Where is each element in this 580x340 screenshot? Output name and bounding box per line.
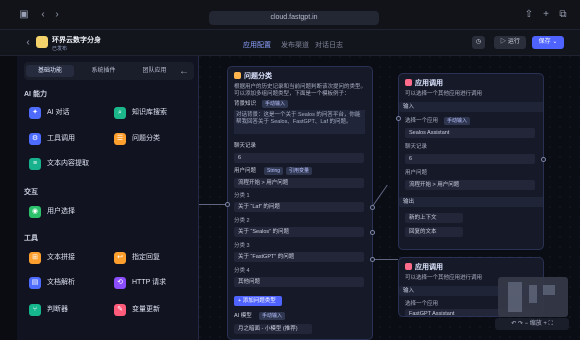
output-text: 回复的文本 bbox=[405, 227, 463, 237]
section-tools: 工具 bbox=[24, 235, 38, 242]
background-text[interactable]: 对话背景：这是一个关于 Sealos 的问答平台，你能帮我回答关于 Sealos… bbox=[234, 110, 365, 134]
node-handle[interactable] bbox=[541, 157, 546, 162]
connector-line bbox=[373, 259, 398, 260]
sidebar-toggle-icon[interactable]: ▣ bbox=[18, 9, 30, 21]
item-tool-call[interactable]: ⚙ 工具调用 bbox=[29, 132, 75, 146]
app-call-node-1[interactable]: 应用调用 可以选择一个其他应用进行调用 输入 选择一个应用 手动输入 Sealo… bbox=[398, 73, 544, 250]
address-bar[interactable]: cloud.fastgpt.in bbox=[209, 11, 379, 25]
app-status: 已发布 bbox=[52, 46, 68, 52]
output-header: 输出 bbox=[399, 197, 543, 207]
item-knowledge-search[interactable]: ⌕ 知识库搜索 bbox=[114, 106, 167, 120]
connector-line bbox=[199, 204, 227, 205]
app-select[interactable]: Sealos Assistant bbox=[405, 128, 535, 138]
question-classify-node[interactable]: 问题分类 根据用户的历史记录和当前问题判断该次提问的类型。可以添加多组问题类型，… bbox=[227, 66, 373, 340]
history-value[interactable]: 6 bbox=[234, 153, 364, 163]
item-question-classify[interactable]: ☰ 问题分类 bbox=[114, 132, 160, 146]
user-input-value[interactable]: 流程开始 > 用户问题 bbox=[234, 178, 364, 188]
model-select[interactable]: 月之暗面 - 小模型 (推荐) bbox=[234, 324, 312, 334]
back-icon[interactable]: ‹ bbox=[37, 9, 49, 21]
item-condition[interactable]: ⑂ 判断器 bbox=[29, 303, 68, 317]
app-avatar bbox=[36, 36, 48, 48]
tab-team-apps[interactable]: 团队应用 bbox=[132, 65, 177, 77]
history-label: 聊天记录 bbox=[405, 144, 428, 150]
tab-logs[interactable]: 对话日志 bbox=[315, 40, 343, 50]
tab-publish[interactable]: 发布渠道 bbox=[281, 40, 309, 50]
class-input-2[interactable]: 关于 “FastGPT” 的问题 bbox=[234, 252, 364, 262]
node-title: 应用调用 bbox=[399, 74, 543, 90]
add-class-button[interactable]: + 添加问题类型 bbox=[234, 296, 282, 306]
tab-app-config[interactable]: 应用配置 bbox=[243, 40, 271, 50]
select-app-label: 选择一个应用 bbox=[405, 118, 439, 124]
input-header: 输入 bbox=[399, 102, 543, 112]
class-label-0: 分类 1 bbox=[234, 193, 250, 199]
history-value[interactable]: 6 bbox=[405, 154, 535, 164]
node-title: 应用调用 bbox=[399, 258, 543, 274]
url-text: cloud.fastgpt.in bbox=[270, 14, 318, 21]
browser-toolbar: ▣ ‹ › cloud.fastgpt.in ⇧ + ⧉ bbox=[0, 0, 580, 30]
classify-icon bbox=[234, 72, 241, 79]
class-label-3: 分类 4 bbox=[234, 268, 250, 274]
class-input-3[interactable]: 其他问题 bbox=[234, 277, 364, 287]
item-variable-update[interactable]: ✎ 变量更新 bbox=[114, 303, 160, 317]
ref-var-tag: 引用变量 bbox=[286, 167, 313, 175]
save-button[interactable]: 保存 ⌄ bbox=[532, 36, 564, 49]
node-desc: 可以选择一个其他应用进行调用 bbox=[405, 275, 483, 281]
minimap[interactable] bbox=[498, 277, 568, 317]
manual-input-tag: 手动输入 bbox=[262, 100, 289, 108]
collapse-panel-icon[interactable]: ← bbox=[178, 66, 190, 78]
bg-label: 背景知识 bbox=[234, 101, 257, 107]
item-http-request[interactable]: ⟲ HTTP 请求 bbox=[114, 276, 166, 290]
node-handle[interactable] bbox=[370, 205, 375, 210]
forward-icon[interactable]: › bbox=[51, 9, 63, 21]
tab-plugins[interactable]: 系统插件 bbox=[81, 65, 126, 77]
user-input-label: 用户问题 bbox=[234, 168, 257, 174]
app-manual-tag: 手动输入 bbox=[444, 117, 471, 125]
node-title: 问题分类 bbox=[228, 67, 372, 83]
select-app-label: 选择一个应用 bbox=[405, 301, 439, 307]
history-icon[interactable]: ◷ bbox=[472, 36, 485, 49]
node-desc: 根据用户的历史记录和当前问题判断该次提问的类型。可以添加多组问题类型，下面是一个… bbox=[234, 84, 367, 97]
node-handle[interactable] bbox=[370, 257, 375, 262]
new-tab-icon[interactable]: + bbox=[540, 9, 552, 21]
section-ai: AI 能力 bbox=[24, 91, 47, 98]
model-label: AI 模型 bbox=[234, 313, 252, 319]
canvas-controls[interactable]: ↶ ↷ − 缩放 + ⛶ bbox=[495, 318, 569, 330]
class-input-0[interactable]: 关于 “Laf” 的问题 bbox=[234, 202, 364, 212]
item-user-select[interactable]: ◉ 用户选择 bbox=[29, 205, 75, 219]
user-label: 用户问题 bbox=[405, 170, 428, 176]
item-reply[interactable]: ↩ 指定回复 bbox=[114, 251, 160, 265]
node-handle[interactable] bbox=[370, 230, 375, 235]
class-label-2: 分类 3 bbox=[234, 243, 250, 249]
back-arrow-icon[interactable]: ‹ bbox=[22, 37, 34, 49]
section-interaction: 交互 bbox=[24, 189, 38, 196]
model-manual-tag: 手动输入 bbox=[259, 312, 286, 320]
class-input-1[interactable]: 关于 “Sealos” 的问题 bbox=[234, 227, 364, 237]
run-button[interactable]: ▷ 运行 bbox=[494, 36, 526, 49]
item-text-extract[interactable]: ≡ 文本内容提取 bbox=[29, 157, 89, 171]
app-title: 环界云数字分身 bbox=[52, 37, 101, 44]
class-label-1: 分类 2 bbox=[234, 218, 250, 224]
panel-tabs: 基础功能 系统插件 团队应用 bbox=[24, 62, 194, 80]
output-context: 新的上下文 bbox=[405, 213, 463, 223]
tab-basic[interactable]: 基础功能 bbox=[26, 65, 74, 77]
tabs-icon[interactable]: ⧉ bbox=[557, 9, 569, 21]
item-ai-chat[interactable]: ✦ AI 对话 bbox=[29, 106, 70, 120]
item-doc-parse[interactable]: ▤ 文档解析 bbox=[29, 276, 75, 290]
history-label: 聊天记录 bbox=[234, 143, 257, 149]
node-handle[interactable] bbox=[225, 202, 230, 207]
share-icon[interactable]: ⇧ bbox=[523, 9, 535, 21]
node-handle[interactable] bbox=[396, 116, 401, 121]
string-tag: String bbox=[264, 167, 284, 175]
node-desc: 可以选择一个其他应用进行调用 bbox=[405, 91, 483, 97]
item-text-join[interactable]: ⊞ 文本拼接 bbox=[29, 251, 75, 265]
user-value[interactable]: 流程开始 > 用户问题 bbox=[405, 180, 535, 190]
